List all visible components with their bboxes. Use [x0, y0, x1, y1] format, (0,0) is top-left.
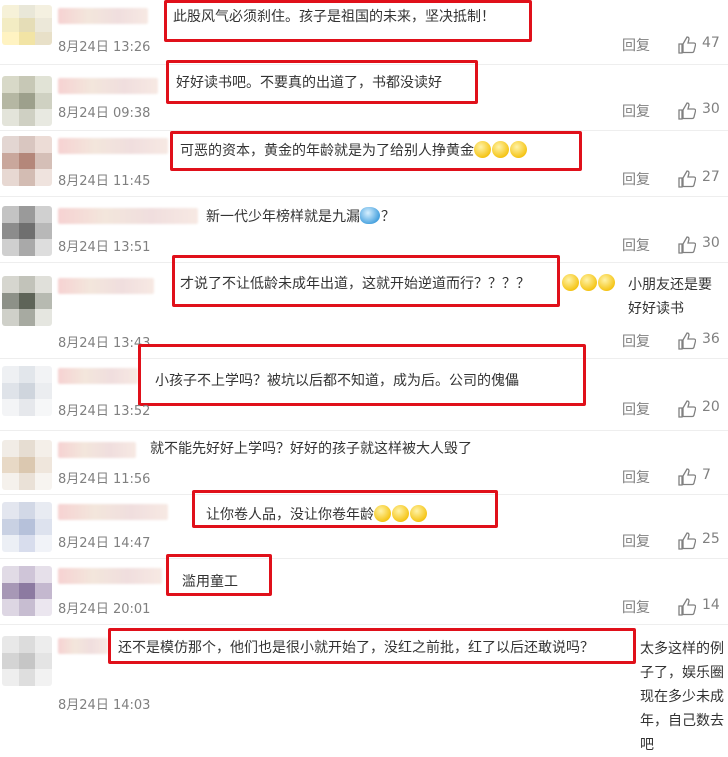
comment-text: 好好读书吧。不要真的出道了，书都没读好 — [176, 75, 442, 91]
username-blurred[interactable] — [58, 278, 154, 294]
comment-item: 滥用童工 8月24日 20:01 回复 14 — [0, 554, 728, 622]
face-emoji — [598, 274, 615, 291]
thumbs-up-icon[interactable] — [678, 598, 696, 616]
face-emoji — [392, 505, 409, 522]
comment-item: 新一代少年榜样就是九漏 ？ 8月24日 13:51 回复 30 — [0, 196, 728, 262]
comment-text-content: 才说了不让低龄未成年出道，这就开始逆道而行？？？？ — [180, 276, 530, 292]
like-count: 20 — [702, 399, 720, 415]
comment-text: 才说了不让低龄未成年出道，这就开始逆道而行？？？？ — [180, 273, 530, 295]
comment-text: 可恶的资本，黄金的年龄就是为了给别人挣黄金 — [180, 140, 528, 162]
face-emoji — [562, 274, 579, 291]
like-count: 27 — [702, 169, 720, 185]
username-blurred[interactable] — [58, 138, 168, 154]
username-blurred[interactable] — [58, 504, 168, 520]
username-blurred[interactable] — [58, 638, 108, 654]
thumbs-up-icon[interactable] — [678, 532, 696, 550]
avatar[interactable] — [2, 566, 52, 616]
comment-text: 滥用童工 — [182, 574, 238, 590]
comment-text: 让你卷人品，没让你卷年龄 — [206, 504, 428, 526]
comment-item: 可恶的资本，黄金的年龄就是为了给别人挣黄金 8月24日 11:45 回复 27 — [0, 130, 728, 196]
fish-emoji — [360, 207, 380, 224]
like-count: 30 — [702, 101, 720, 117]
avatar[interactable] — [2, 502, 52, 552]
thumbs-up-icon[interactable] — [678, 102, 696, 120]
reply-button[interactable]: 回复 — [622, 35, 650, 55]
comment-date: 8月24日 13:52 — [58, 404, 151, 419]
like-count: 14 — [702, 597, 720, 613]
comment-date: 8月24日 14:03 — [58, 698, 151, 713]
like-count: 47 — [702, 35, 720, 51]
reply-button[interactable]: 回复 — [622, 331, 650, 351]
username-blurred[interactable] — [58, 568, 162, 584]
avatar[interactable] — [2, 276, 52, 326]
comment-text-continued: 小朋友还是要好好读书 — [628, 277, 712, 317]
comment-date: 8月24日 20:01 — [58, 602, 151, 617]
comment-item: 好好读书吧。不要真的出道了，书都没读好 8月24日 09:38 回复 30 — [0, 60, 728, 130]
thumbs-up-icon[interactable] — [678, 400, 696, 418]
reply-button[interactable]: 回复 — [622, 101, 650, 121]
comment-date: 8月24日 13:26 — [58, 40, 151, 55]
comment-item: 让你卷人品，没让你卷年龄 8月24日 14:47 回复 25 — [0, 490, 728, 556]
thumbs-up-icon[interactable] — [678, 468, 696, 486]
username-blurred[interactable] — [58, 8, 148, 24]
comment-text: 就不能先好好上学吗？好好的孩子就这样被大人毁了 — [150, 441, 472, 457]
like-count: 30 — [702, 235, 720, 251]
face-emoji — [410, 505, 427, 522]
comment-item: 此股风气必须刹住。孩子是祖国的未来，坚决抵制！ 8月24日 13:26 回复 4… — [0, 0, 728, 60]
reply-button[interactable]: 回复 — [622, 169, 650, 189]
comment-text-content: 让你卷人品，没让你卷年龄 — [206, 507, 374, 523]
comment-item: 就不能先好好上学吗？好好的孩子就这样被大人毁了 8月24日 11:56 回复 7 — [0, 430, 728, 494]
reply-button[interactable]: 回复 — [622, 467, 650, 487]
avatar[interactable] — [2, 636, 52, 686]
thumbs-up-icon[interactable] — [678, 332, 696, 350]
face-emoji — [510, 141, 527, 158]
avatar[interactable] — [2, 5, 52, 45]
avatar[interactable] — [2, 440, 52, 490]
comment-date: 8月24日 13:51 — [58, 240, 151, 255]
comment-item: 才说了不让低龄未成年出道，这就开始逆道而行？？？？ 小朋友还是要好好读书 8月2… — [0, 255, 728, 354]
comment-date: 8月24日 09:38 — [58, 106, 151, 121]
comment-text: 小孩子不上学吗？被坑以后都不知道，成为后。公司的傀儡 — [155, 373, 519, 389]
thumbs-up-icon[interactable] — [678, 170, 696, 188]
reply-button[interactable]: 回复 — [622, 399, 650, 419]
comment-text: 还不是模仿那个，他们也是很小就开始了，没红之前批，红了以后还敢说吗？ — [118, 640, 594, 656]
avatar[interactable] — [2, 76, 52, 126]
like-count: 7 — [702, 467, 711, 483]
comment-text: 此股风气必须刹住。孩子是祖国的未来，坚决抵制！ — [173, 9, 495, 25]
comment-item: 小孩子不上学吗？被坑以后都不知道，成为后。公司的傀儡 8月24日 13:52 回… — [0, 344, 728, 430]
face-emoji — [580, 274, 597, 291]
reply-button[interactable]: 回复 — [622, 235, 650, 255]
face-emoji — [492, 141, 509, 158]
thumbs-up-icon[interactable] — [678, 36, 696, 54]
comment-date: 8月24日 11:56 — [58, 472, 151, 487]
username-blurred[interactable] — [58, 208, 198, 224]
comment-date: 8月24日 13:43 — [58, 336, 151, 351]
comment-text-continued: 太多这样的例子了，娱乐圈现在多少未成年，自己数去吧 — [640, 641, 724, 753]
username-blurred[interactable] — [58, 368, 138, 384]
comment-list: 此股风气必须刹住。孩子是祖国的未来，坚决抵制！ 8月24日 13:26 回复 4… — [0, 0, 728, 753]
like-count: 25 — [702, 531, 720, 547]
comment-text-content: 可恶的资本，黄金的年龄就是为了给别人挣黄金 — [180, 143, 474, 159]
face-emoji — [374, 505, 391, 522]
comment-item: 还不是模仿那个，他们也是很小就开始了，没红之前批，红了以后还敢说吗？ 太多这样的… — [0, 624, 728, 753]
comment-text-trailing: ？ — [381, 209, 395, 225]
avatar[interactable] — [2, 206, 52, 256]
avatar[interactable] — [2, 136, 52, 186]
like-count: 36 — [702, 331, 720, 347]
username-blurred[interactable] — [58, 78, 158, 94]
thumbs-up-icon[interactable] — [678, 236, 696, 254]
reply-button[interactable]: 回复 — [622, 531, 650, 551]
avatar[interactable] — [2, 366, 52, 416]
comment-text-content: 新一代少年榜样就是九漏 — [206, 209, 360, 225]
reply-button[interactable]: 回复 — [622, 597, 650, 617]
comment-date: 8月24日 11:45 — [58, 174, 151, 189]
face-emoji — [474, 141, 491, 158]
comment-text-trailing — [562, 273, 616, 295]
username-blurred[interactable] — [58, 442, 136, 458]
comment-text: 新一代少年榜样就是九漏 ？ — [206, 206, 395, 228]
comment-date: 8月24日 14:47 — [58, 536, 151, 551]
